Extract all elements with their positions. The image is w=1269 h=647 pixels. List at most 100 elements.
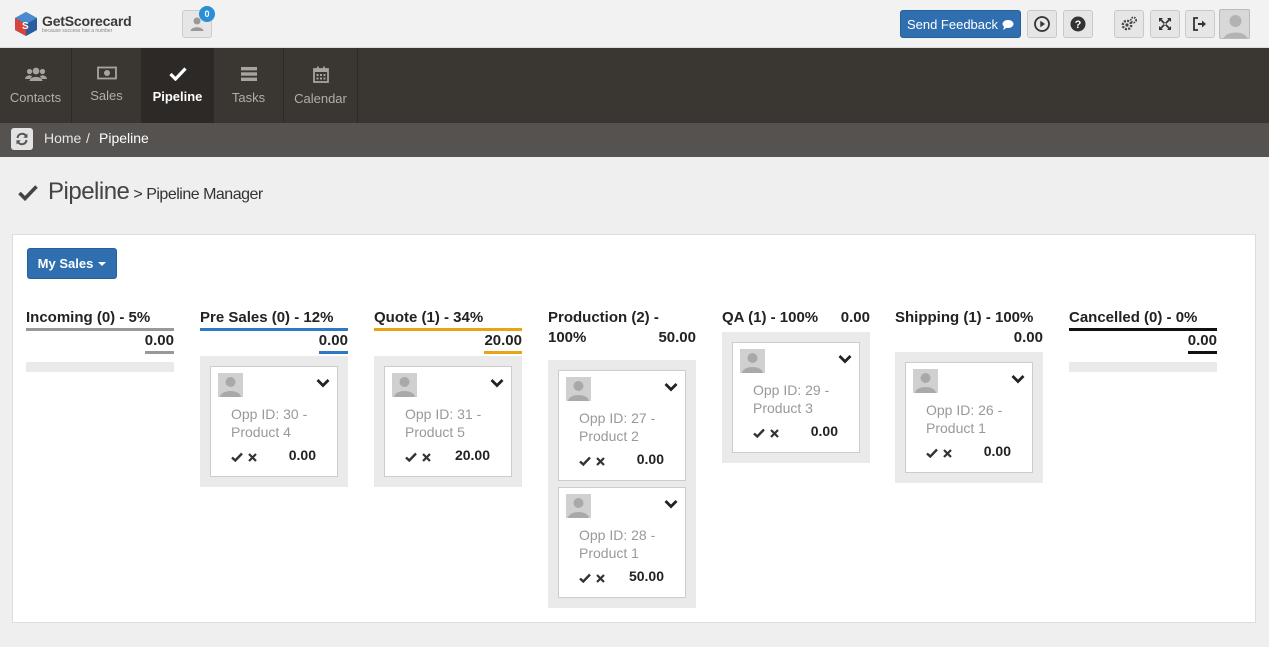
breadcrumb: Home / Pipeline — [0, 123, 1269, 157]
refresh-icon — [16, 132, 28, 146]
column-title: Production (2) - — [548, 309, 659, 326]
avatar-icon — [566, 494, 591, 518]
logo-name: GetScorecard — [42, 13, 132, 29]
check-icon[interactable] — [405, 449, 417, 467]
card-actions — [579, 570, 605, 588]
check-icon[interactable] — [926, 445, 938, 463]
column-title-cont: 100% — [548, 329, 587, 346]
check-icon[interactable] — [231, 449, 243, 467]
opportunity-card[interactable]: Opp ID: 26 - Product 1 0.00 — [905, 362, 1033, 473]
nav-tasks[interactable]: Tasks — [214, 48, 284, 123]
nav-sales-label: Sales — [90, 88, 123, 103]
opportunity-title[interactable]: Opp ID: 27 - Product 2 — [579, 409, 689, 445]
column-dropzone[interactable]: Opp ID: 29 - Product 3 0.00 — [722, 332, 870, 463]
opportunity-title[interactable]: Opp ID: 31 - Product 5 — [405, 405, 515, 441]
opportunity-card[interactable]: Opp ID: 30 - Product 4 0.00 — [210, 366, 338, 477]
pipeline-column: Shipping (1) - 100% 0.00 Opp ID: 26 - Prod… — [895, 308, 1043, 483]
user-avatar[interactable] — [1219, 9, 1250, 39]
opportunity-title[interactable]: Opp ID: 29 - Product 3 — [753, 381, 863, 417]
play-icon — [1034, 16, 1050, 32]
app-logo[interactable]: S GetScorecard because success has a num… — [14, 8, 132, 40]
opportunity-card[interactable]: Opp ID: 28 - Product 1 50.00 — [558, 487, 686, 598]
nav-pipeline-label: Pipeline — [152, 89, 203, 104]
column-header: Pre Sales (0) - 12% 0.00 — [200, 308, 348, 354]
close-icon[interactable] — [422, 449, 431, 467]
close-icon[interactable] — [943, 445, 952, 463]
nav-calendar[interactable]: Calendar — [284, 48, 358, 123]
opportunity-card[interactable]: Opp ID: 31 - Product 5 20.00 — [384, 366, 512, 477]
column-header: Cancelled (0) - 0% 0.00 — [1069, 308, 1217, 354]
close-icon[interactable] — [596, 453, 605, 471]
close-icon[interactable] — [770, 425, 779, 443]
svg-text:?: ? — [1075, 19, 1082, 31]
calendar-icon — [312, 66, 329, 83]
check-icon — [168, 67, 187, 81]
breadcrumb-current: Pipeline — [99, 130, 149, 146]
chevron-down-icon[interactable] — [490, 375, 504, 393]
comment-icon — [1002, 19, 1014, 30]
column-header: Incoming (0) - 5% 0.00 — [26, 308, 174, 354]
column-dropzone[interactable] — [26, 362, 174, 372]
opportunity-value: 0.00 — [983, 443, 1011, 459]
opportunity-title[interactable]: Opp ID: 28 - Product 1 — [579, 526, 689, 562]
caret-down-icon — [98, 261, 107, 266]
help-button[interactable]: ? — [1063, 10, 1093, 38]
opportunity-value: 0.00 — [288, 447, 316, 463]
pipeline-column: Incoming (0) - 5% 0.00 — [26, 308, 174, 372]
close-icon[interactable] — [248, 449, 257, 467]
check-icon[interactable] — [753, 425, 765, 443]
column-total: 0.00 — [144, 331, 174, 354]
pipeline-column: Cancelled (0) - 0% 0.00 — [1069, 308, 1217, 372]
column-dropzone[interactable]: Opp ID: 30 - Product 4 0.00 — [200, 356, 348, 487]
column-header: QA (1) - 100% 0.00 — [722, 308, 870, 328]
column-total: 0.00 — [840, 309, 870, 326]
breadcrumb-separator: / — [86, 130, 90, 146]
column-dropzone[interactable]: Opp ID: 31 - Product 5 20.00 — [374, 356, 522, 487]
logout-button[interactable] — [1185, 10, 1215, 38]
my-sales-label: My Sales — [37, 256, 94, 271]
opportunity-value: 0.00 — [636, 451, 664, 467]
users-icon — [24, 67, 47, 81]
chevron-down-icon[interactable] — [664, 379, 678, 397]
nav-calendar-label: Calendar — [294, 91, 347, 106]
column-total: 50.00 — [658, 329, 696, 346]
column-total: 20.00 — [484, 331, 522, 354]
avatar-icon — [913, 369, 938, 393]
my-sales-dropdown[interactable]: My Sales — [27, 248, 117, 279]
opportunity-title[interactable]: Opp ID: 30 - Product 4 — [231, 405, 341, 441]
refresh-button[interactable] — [11, 128, 33, 150]
card-actions — [926, 445, 952, 463]
breadcrumb-home-link[interactable]: Home — [44, 130, 81, 146]
nav-tasks-label: Tasks — [231, 90, 266, 105]
avatar-icon — [392, 373, 417, 397]
chevron-down-icon[interactable] — [838, 351, 852, 369]
nav-sales[interactable]: Sales — [72, 48, 142, 123]
opportunity-card[interactable]: Opp ID: 29 - Product 3 0.00 — [732, 342, 860, 453]
question-icon: ? — [1070, 16, 1086, 32]
column-dropzone[interactable]: Opp ID: 27 - Product 2 0.00 Opp ID: 28 - P… — [548, 360, 696, 608]
settings-button[interactable] — [1114, 10, 1144, 38]
column-total: 0.00 — [1187, 331, 1217, 354]
fullscreen-button[interactable] — [1150, 10, 1180, 38]
nav-contacts[interactable]: Contacts — [0, 48, 72, 123]
send-feedback-button[interactable]: Send Feedback — [900, 10, 1021, 38]
play-button[interactable] — [1027, 10, 1057, 38]
check-icon[interactable] — [579, 570, 591, 588]
column-dropzone[interactable]: Opp ID: 26 - Product 1 0.00 — [895, 352, 1043, 483]
avatar-icon — [1220, 10, 1249, 38]
chevron-down-icon[interactable] — [316, 375, 330, 393]
opportunity-title[interactable]: Opp ID: 26 - Product 1 — [926, 401, 1036, 437]
chevron-down-icon[interactable] — [1011, 371, 1025, 389]
chevron-down-icon[interactable] — [664, 496, 678, 514]
opportunity-card[interactable]: Opp ID: 27 - Product 2 0.00 — [558, 370, 686, 481]
column-dropzone[interactable] — [1069, 362, 1217, 372]
close-icon[interactable] — [596, 570, 605, 588]
avatar-icon — [566, 377, 591, 401]
column-title: Cancelled (0) - 0% — [1069, 308, 1217, 331]
check-icon[interactable] — [579, 453, 591, 471]
card-actions — [753, 425, 779, 443]
nav-pipeline[interactable]: Pipeline — [142, 48, 214, 123]
pipeline-panel: My Sales Incoming (0) - 5% 0.00 Pre Sales … — [12, 234, 1256, 623]
pipeline-column: Pre Sales (0) - 12% 0.00 Opp ID: 30 - Prod… — [200, 308, 348, 487]
opportunity-value: 20.00 — [454, 447, 490, 463]
